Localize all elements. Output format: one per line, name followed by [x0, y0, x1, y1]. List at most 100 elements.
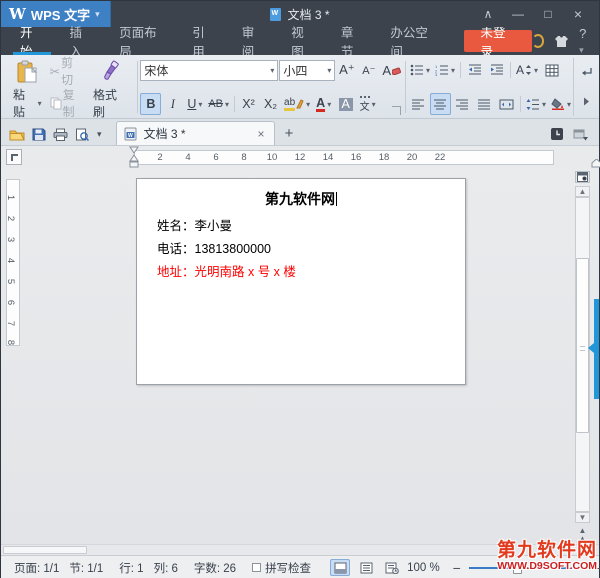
- format-painter-button[interactable]: 格式刷: [91, 88, 129, 119]
- tab-stop-selector[interactable]: [6, 149, 22, 165]
- strikethrough-button[interactable]: AB ▾: [206, 93, 231, 115]
- status-page[interactable]: 页面: 1/1: [9, 560, 64, 576]
- switch-window-icon[interactable]: [573, 128, 589, 141]
- print-preview-icon[interactable]: [75, 128, 89, 141]
- app-menu-button[interactable]: W WPS 文字 ▾: [1, 1, 111, 27]
- zoom-slider-track[interactable]: [468, 566, 589, 569]
- collapse-ribbon-button[interactable]: ∧: [475, 4, 501, 24]
- previous-page-button[interactable]: ▲ ▲: [579, 527, 587, 543]
- bold-button[interactable]: B: [140, 93, 162, 115]
- status-word-count[interactable]: 字数: 26: [189, 560, 241, 576]
- tab-review[interactable]: 审阅: [229, 26, 279, 59]
- zoom-out-button[interactable]: −: [453, 561, 461, 575]
- cut-button[interactable]: ✂ 剪切: [48, 56, 87, 87]
- status-column[interactable]: 列: 6: [149, 560, 183, 576]
- format-painter-icon[interactable]: [99, 60, 121, 82]
- print-icon[interactable]: [53, 128, 68, 141]
- ruler-mark: 6: [213, 152, 219, 163]
- doc-line-address[interactable]: 地址：光明南路 x 号 x 楼: [137, 261, 465, 284]
- insert-table-button[interactable]: [541, 59, 562, 81]
- document-body[interactable]: 姓名：李小曼 电话：13813800000 地址：光明南路 x 号 x 楼: [137, 215, 465, 284]
- zoom-slider[interactable]: [468, 561, 589, 574]
- more-tools-arrow-icon[interactable]: [576, 91, 597, 113]
- page-view-button[interactable]: [330, 559, 351, 576]
- justify-button[interactable]: [474, 93, 495, 115]
- indent-markers[interactable]: [128, 146, 140, 169]
- outline-view-button[interactable]: [356, 559, 376, 576]
- doc-line-phone[interactable]: 电话：13813800000: [137, 238, 465, 261]
- italic-button[interactable]: I: [162, 93, 183, 115]
- numbered-list-button[interactable]: 123 ▾: [433, 59, 457, 81]
- copy-button[interactable]: 复制: [48, 88, 87, 119]
- login-button[interactable]: 未登录: [464, 26, 532, 59]
- wrap-mark-icon[interactable]: [576, 62, 597, 84]
- shrink-font-button[interactable]: A⁻: [358, 59, 379, 81]
- shading-button[interactable]: ▾: [549, 93, 573, 115]
- font-name-combo[interactable]: 宋体 ▾: [140, 59, 279, 81]
- tab-section[interactable]: 章节: [328, 26, 378, 59]
- clear-format-button[interactable]: A: [380, 59, 403, 81]
- document-page[interactable]: 第九软件网 姓名：李小曼 电话：13813800000 地址：光明南路 x 号 …: [136, 178, 466, 385]
- maximize-button[interactable]: □: [535, 4, 561, 24]
- save-icon[interactable]: [32, 128, 46, 141]
- align-left-button[interactable]: [408, 93, 429, 115]
- tab-home[interactable]: 开始: [7, 26, 57, 59]
- new-tab-button[interactable]: +: [275, 125, 304, 145]
- chevron-down-icon: ▾: [95, 8, 100, 19]
- scroll-up-button[interactable]: ▲: [575, 186, 590, 197]
- increase-indent-icon: [490, 64, 504, 76]
- horizontal-scrollbar[interactable]: [1, 544, 599, 555]
- update-ring-icon[interactable]: [531, 34, 545, 48]
- zoom-level[interactable]: 100 %: [402, 562, 445, 574]
- view-options-icon[interactable]: [575, 171, 590, 183]
- close-button[interactable]: ×: [565, 4, 591, 24]
- web-layout-view-button[interactable]: [382, 559, 402, 576]
- align-right-button[interactable]: [452, 93, 473, 115]
- grow-font-button[interactable]: A⁺: [336, 59, 357, 81]
- distribute-button[interactable]: [496, 93, 517, 115]
- align-center-button[interactable]: [429, 93, 451, 115]
- decrease-indent-button[interactable]: [464, 59, 485, 81]
- highlight-color-button[interactable]: ab ▾: [282, 93, 312, 115]
- minimize-button[interactable]: —: [505, 4, 531, 24]
- pinyin-guide-button[interactable]: 文 ▾: [357, 93, 378, 115]
- spell-check-toggle[interactable]: 拼写检查: [247, 560, 316, 576]
- horizontal-ruler[interactable]: 2 4 6 8 10 12 14 16 18 20 22: [134, 150, 600, 168]
- char-shading-button[interactable]: A: [335, 93, 356, 115]
- hscroll-thumb[interactable]: [3, 546, 87, 554]
- line-spacing-button[interactable]: ▾: [524, 93, 548, 115]
- doc-line-name[interactable]: 姓名：李小曼: [137, 215, 465, 238]
- paste-button[interactable]: 粘贴 ▾: [11, 88, 44, 119]
- tab-close-icon[interactable]: ×: [257, 127, 266, 141]
- tab-insert[interactable]: 插入: [57, 26, 107, 59]
- zoom-slider-handle[interactable]: [512, 561, 522, 574]
- scroll-down-button[interactable]: ▼: [575, 512, 590, 523]
- tab-references[interactable]: 引用: [179, 26, 229, 59]
- right-indent-marker[interactable]: [591, 159, 600, 168]
- history-list-icon[interactable]: [550, 127, 564, 141]
- font-color-button[interactable]: A ▾: [313, 93, 334, 115]
- document-tab[interactable]: W 文档 3 * ×: [115, 121, 275, 145]
- tab-office-space[interactable]: 办公空间: [377, 26, 450, 59]
- task-pane-handle[interactable]: [588, 299, 599, 399]
- scroll-track[interactable]: [575, 197, 590, 512]
- superscript-button[interactable]: X²: [238, 93, 259, 115]
- skin-shirt-icon[interactable]: [554, 35, 569, 48]
- text-tool-button[interactable]: A ▾: [514, 59, 540, 81]
- status-line[interactable]: 行: 1: [114, 560, 148, 576]
- help-button[interactable]: ?▾: [579, 26, 589, 56]
- tab-view[interactable]: 视图: [278, 26, 328, 59]
- paste-icon[interactable]: [15, 60, 39, 84]
- quick-access-dropdown-icon[interactable]: ▾: [97, 129, 102, 140]
- bullet-list-button[interactable]: ▾: [408, 59, 432, 81]
- vertical-ruler[interactable]: 1 2 3 4 5 6 7 8: [5, 179, 20, 346]
- underline-button[interactable]: U ▾: [184, 93, 205, 115]
- subscript-button[interactable]: X₂: [260, 93, 281, 115]
- open-folder-icon[interactable]: [9, 128, 25, 141]
- tab-page-layout[interactable]: 页面布局: [106, 26, 179, 59]
- document-title-line[interactable]: 第九软件网: [137, 189, 465, 209]
- font-size-combo[interactable]: 小四 ▾: [279, 59, 336, 81]
- increase-indent-button[interactable]: [486, 59, 507, 81]
- status-section[interactable]: 节: 1/1: [64, 560, 108, 576]
- font-dialog-launcher-icon[interactable]: [392, 106, 402, 115]
